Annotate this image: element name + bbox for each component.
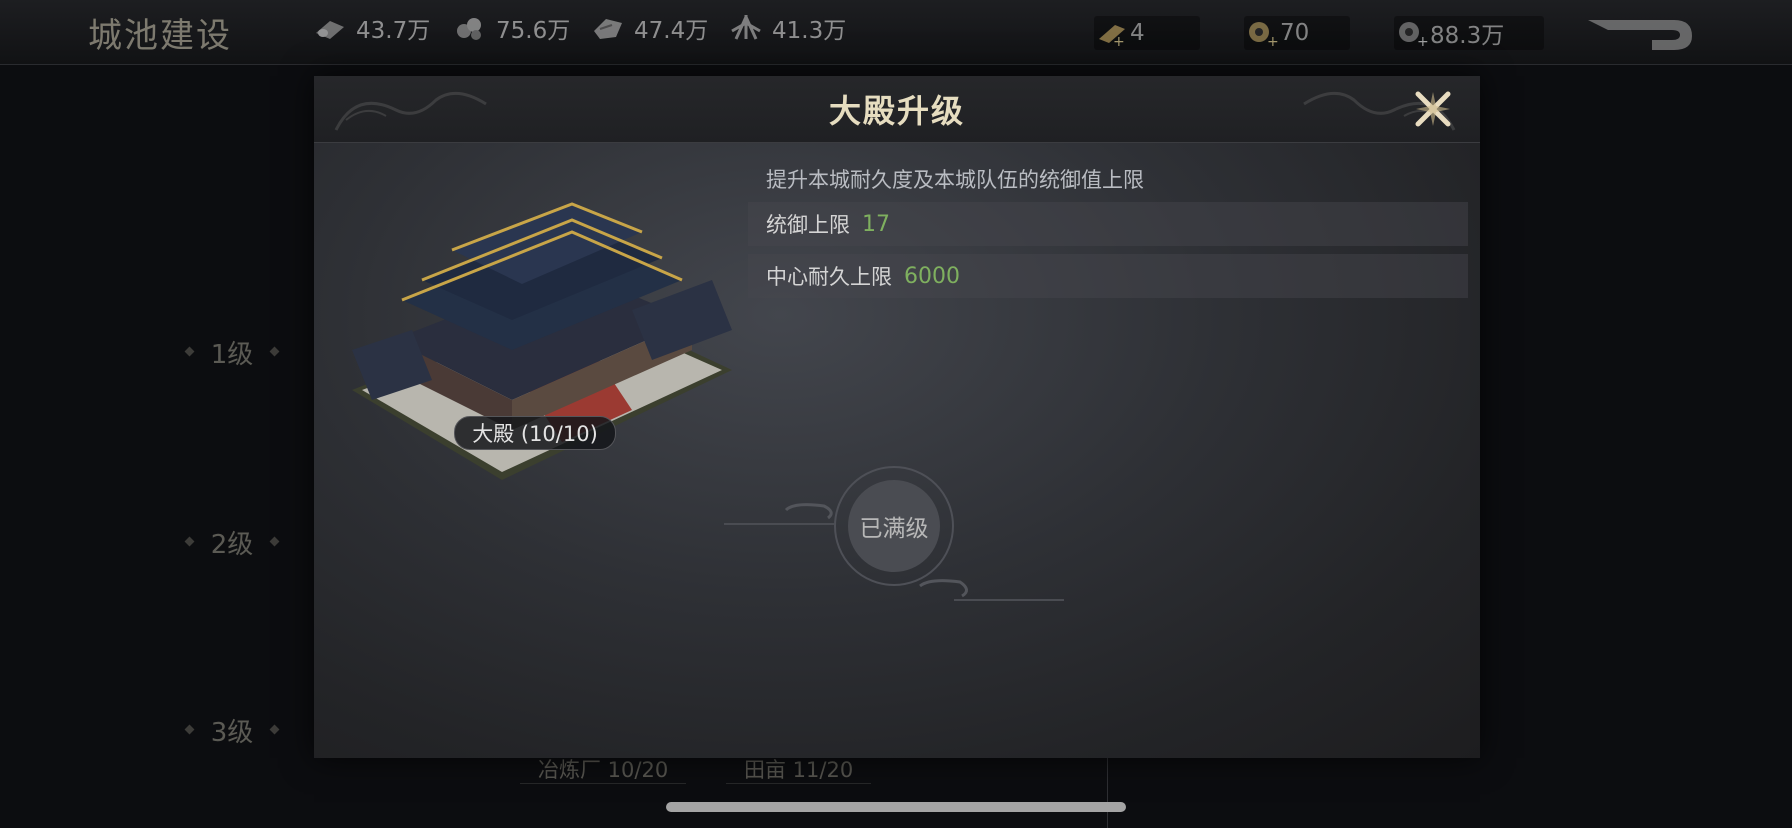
max-level-label: 已满级 [848,480,940,572]
level-3-label: 3级 [186,712,278,748]
stat-value: 17 [862,211,890,237]
upgrade-description: 提升本城耐久度及本城队伍的统御值上限 [766,168,1144,192]
resource-stone: 47.4万 [590,12,708,44]
svg-text:+: + [1417,34,1429,47]
currency-copper-value: 88.3万 [1430,23,1505,49]
currency-jade-value: 70 [1280,20,1310,46]
currency-gold-value: 4 [1130,20,1145,46]
svg-text:+: + [1113,34,1125,47]
max-level-indicator: 已满级 [724,462,1064,622]
close-icon [1415,91,1451,127]
resource-wood-value: 43.7万 [356,18,431,44]
copper-coin-icon: + [1394,16,1430,50]
home-indicator[interactable] [666,802,1126,812]
stone-icon [594,19,622,39]
dialog-header: 大殿升级 [314,76,1480,143]
close-button[interactable] [1412,88,1454,130]
max-level-button: 已满级 [834,466,954,586]
stat-row-durability-cap: 中心耐久上限 6000 [748,254,1468,298]
resource-iron-value: 75.6万 [496,18,571,44]
back-arrow-icon[interactable] [1586,16,1696,56]
resource-wood: 43.7万 [312,12,430,44]
top-bar: 城池建设 43.7万 75.6万 47.4万 41.3万 + 4 + 70 + … [0,0,1792,65]
currency-copper[interactable]: + 88.3万 [1394,16,1544,50]
stat-row-command-cap: 统御上限 17 [748,202,1468,246]
resource-grain: 41.3万 [728,12,846,44]
currency-gold[interactable]: + 4 [1094,16,1200,50]
iron-icon [457,18,481,40]
resource-stone-value: 47.4万 [634,18,709,44]
level-2-label: 2级 [186,524,278,560]
palace-building-image [352,202,732,480]
currency-jade[interactable]: + 70 [1244,16,1350,50]
stat-label: 中心耐久上限 [766,265,892,289]
wood-icon [316,21,344,39]
page-title: 城池建设 [88,16,232,56]
stat-value: 6000 [904,263,960,289]
stat-label: 统御上限 [766,213,850,237]
gold-bar-icon: + [1094,16,1130,50]
svg-text:+: + [1267,34,1279,47]
building-level-label: 大殿 (10/10) [454,416,616,450]
dialog-title: 大殿升级 [828,92,965,130]
resource-iron: 75.6万 [452,12,570,44]
upgrade-dialog: 大殿升级 提升本城耐久度及本城队伍的统御值上限 统御上限 17 中心耐久上限 6… [314,76,1480,758]
resource-grain-value: 41.3万 [772,18,847,44]
jade-coin-icon: + [1244,16,1280,50]
grain-icon [731,15,761,40]
building-tag-farmland[interactable]: 田亩 11/20 [726,754,872,784]
level-1-label: 1级 [186,334,278,370]
building-tag-smelter[interactable]: 冶炼厂 10/20 [520,754,687,784]
